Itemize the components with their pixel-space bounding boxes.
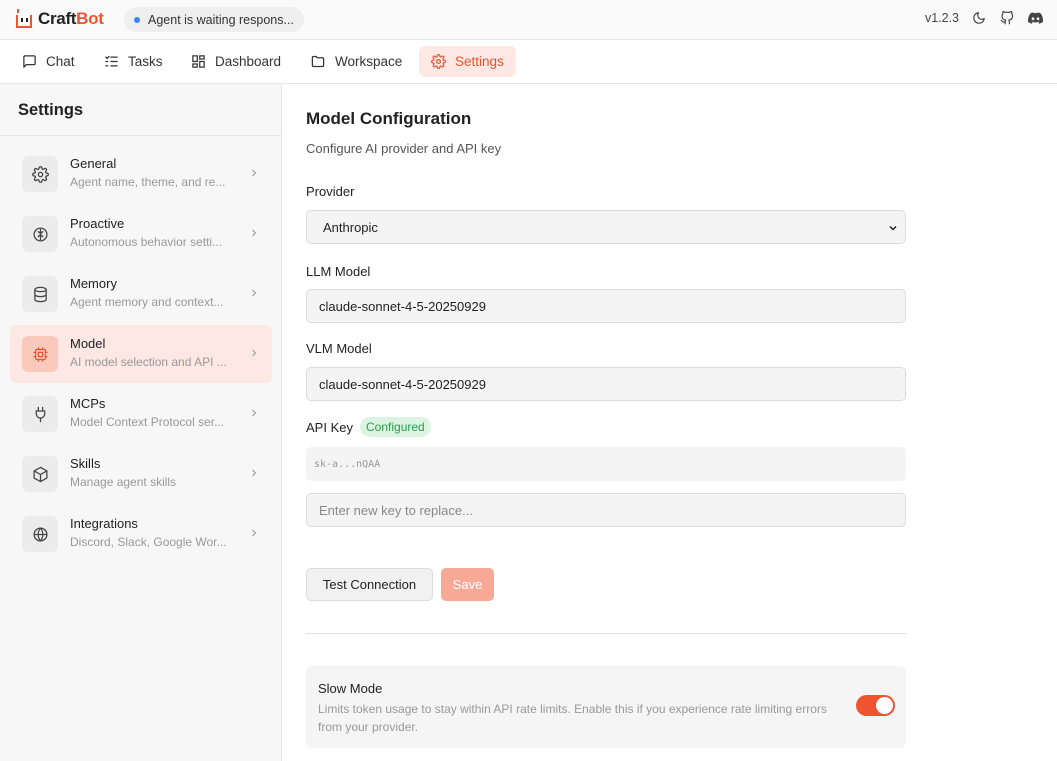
configured-badge: Configured [360,417,431,437]
sidebar-item-label: General [70,156,117,171]
api-key-masked-display: sk-a...nQAA [306,447,906,481]
chevron-right-icon [252,289,257,297]
slow-mode-toggle[interactable] [856,695,895,716]
tab-workspace[interactable]: Workspace [298,46,414,77]
chevron-right-icon [252,169,257,177]
test-connection-button[interactable]: Test Connection [306,568,433,601]
llm-model-label: LLM Model [306,264,371,279]
chevron-right-icon [252,409,257,417]
cube-icon [22,456,58,492]
sidebar-title: Settings [18,101,84,119]
agent-status-pill: Agent is waiting respons... [124,7,304,32]
tab-settings[interactable]: Settings [419,46,516,77]
gear-icon [22,156,58,192]
page-subtitle: Configure AI provider and API key [306,141,502,156]
chevron-down-icon [889,225,897,231]
slow-mode-card: Slow Mode Limits token usage to stay wit… [306,666,906,748]
slow-mode-title: Slow Mode [318,681,383,696]
sidebar-item-integrations[interactable]: Integrations Discord, Slack, Google Wor.… [10,505,272,563]
database-icon [22,276,58,312]
section-divider [306,633,907,634]
status-dot-icon [134,16,140,23]
tab-workspace-label: Workspace [335,54,403,69]
vlm-model-value: claude-sonnet-4-5-20250929 [319,376,486,392]
vlm-model-label: VLM Model [306,341,372,356]
sidebar-item-description: Autonomous behavior setti... [70,235,223,249]
chat-icon [23,55,36,68]
toggle-knob [876,697,893,714]
app-logo: CraftBot [14,8,104,30]
sidebar-item-proactive[interactable]: Proactive Autonomous behavior setti... [10,205,272,263]
chevron-right-icon [252,469,257,477]
chevron-right-icon [252,529,257,537]
save-button[interactable]: Save [441,568,494,601]
sidebar-divider [0,135,281,136]
llm-model-input[interactable]: claude-sonnet-4-5-20250929 [306,289,906,323]
plug-icon [22,396,58,432]
globe-icon [22,516,58,552]
provider-select[interactable]: Anthropic [306,210,906,244]
tasks-icon [105,55,118,67]
tab-tasks[interactable]: Tasks [92,46,175,77]
provider-selected-value: Anthropic [323,219,378,235]
top-right-controls: v1.2.3 [925,10,1043,26]
app-name: CraftBot [38,9,104,28]
folder-icon [311,55,325,68]
api-key-label: API Key [306,420,353,435]
sidebar-item-label: Skills [70,456,101,471]
chevron-right-icon [252,349,257,357]
main-tab-bar: Chat Tasks Dashboard Workspace Settings [0,40,1057,84]
version-label: v1.2.3 [924,11,959,25]
agent-status-text: Agent is waiting respons... [148,12,294,27]
model-configuration-panel: Model Configuration Configure AI provide… [282,84,1057,761]
brain-icon [22,216,58,252]
tab-chat-label: Chat [46,54,75,69]
sidebar-item-description: Discord, Slack, Google Wor... [70,535,227,549]
discord-icon[interactable] [1027,10,1043,26]
chevron-right-icon [252,229,257,237]
sidebar-item-skills[interactable]: Skills Manage agent skills [10,445,272,503]
sidebar-item-mcps[interactable]: MCPs Model Context Protocol ser... [10,385,272,443]
sidebar-item-description: Agent name, theme, and re... [70,175,226,189]
tab-chat[interactable]: Chat [10,46,87,77]
gear-icon [431,54,446,69]
sidebar-item-model[interactable]: Model AI model selection and API ... [10,325,272,383]
sidebar-item-description: Agent memory and context... [70,295,224,309]
tab-dashboard-label: Dashboard [215,54,282,69]
robot-logo-icon [14,8,34,30]
settings-sidebar: Settings General Agent name, theme, and … [0,84,282,761]
llm-model-value: claude-sonnet-4-5-20250929 [319,298,486,314]
sidebar-item-label: Proactive [70,216,125,231]
top-bar: CraftBot Agent is waiting respons... v1.… [0,0,1057,40]
dashboard-icon [192,55,205,68]
tab-settings-label: Settings [455,54,504,69]
tab-dashboard[interactable]: Dashboard [179,46,293,77]
sidebar-item-label: MCPs [70,396,106,411]
sidebar-item-label: Integrations [70,516,138,531]
sidebar-item-description: Manage agent skills [70,475,177,489]
page-title: Model Configuration [306,109,472,128]
tab-tasks-label: Tasks [128,54,163,69]
moon-icon[interactable] [971,10,987,26]
sidebar-item-memory[interactable]: Memory Agent memory and context... [10,265,272,323]
sidebar-item-label: Memory [70,276,117,291]
github-icon[interactable] [999,10,1015,26]
sidebar-item-label: Model [70,336,106,351]
sidebar-item-description: AI model selection and API ... [70,355,227,369]
provider-label: Provider [306,184,355,199]
vlm-model-input[interactable]: claude-sonnet-4-5-20250929 [306,367,906,401]
sidebar-item-description: Model Context Protocol ser... [70,415,225,429]
cpu-icon [22,336,58,372]
new-api-key-input[interactable] [306,493,906,527]
slow-mode-description: Limits token usage to stay within API ra… [318,702,827,734]
sidebar-item-general[interactable]: General Agent name, theme, and re... [10,145,272,203]
